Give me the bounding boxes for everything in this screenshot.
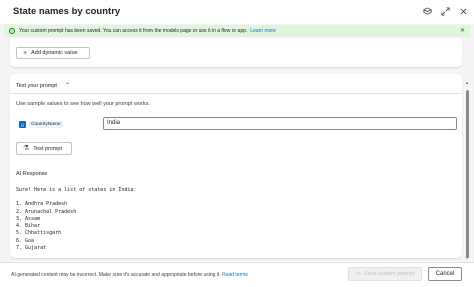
response-item: 4. Bihar bbox=[16, 223, 41, 230]
close-icon[interactable] bbox=[458, 6, 468, 16]
variable-icon: {} bbox=[19, 120, 26, 128]
sample-value-input[interactable]: India bbox=[103, 117, 457, 130]
response-item: 1. Andhra Pradesh bbox=[16, 201, 68, 208]
test-prompt-button[interactable]: ⚗ Test prompt bbox=[16, 142, 72, 155]
ai-response-label: AI Response bbox=[16, 171, 48, 177]
response-item: 7. Gujarat bbox=[16, 245, 47, 252]
checkmark-icon: ✓ bbox=[9, 28, 15, 34]
read-terms-link[interactable]: Read terms bbox=[222, 272, 248, 278]
learn-more-link[interactable]: Learn more bbox=[250, 28, 276, 34]
test-section-title: Test your prompt bbox=[16, 82, 57, 89]
add-dynamic-value-button[interactable]: + Add dynamic value bbox=[16, 47, 90, 59]
scrollbar-thumb[interactable] bbox=[466, 90, 469, 258]
variable-name: CountryName bbox=[29, 120, 63, 128]
response-item: 5. Chhattisgarh bbox=[16, 230, 62, 237]
title-bar: State names by country bbox=[0, 0, 474, 24]
title-bar-actions bbox=[422, 6, 468, 16]
dialog-footer: AI-generated content may be incorrect. M… bbox=[0, 262, 474, 287]
feedback-icon[interactable] bbox=[422, 6, 432, 16]
test-prompt-label: Test prompt bbox=[33, 145, 63, 152]
scroll-down-arrow-icon[interactable]: ▼ bbox=[465, 255, 469, 260]
save-custom-prompt-button[interactable]: ▭ Save custom prompt bbox=[348, 267, 422, 281]
response-item: 6. Goa bbox=[16, 237, 35, 244]
save-label: Save custom prompt bbox=[363, 271, 415, 277]
scroll-up-arrow-icon[interactable]: ▲ bbox=[465, 80, 469, 85]
response-intro: Sure! Here is a list of states in India: bbox=[16, 187, 137, 193]
prompt-instructions-card: + Add dynamic value bbox=[10, 38, 462, 67]
success-banner: ✓ Your custom prompt has been saved. You… bbox=[4, 25, 470, 37]
response-item: 2. Arunachal Pradesh bbox=[16, 208, 77, 215]
test-section-header[interactable]: Test your prompt ⌃ bbox=[16, 82, 70, 90]
plus-icon: + bbox=[23, 49, 28, 57]
close-banner-icon[interactable]: ✕ bbox=[460, 27, 465, 34]
response-item: 3. Assam bbox=[16, 215, 41, 222]
expand-icon[interactable] bbox=[440, 6, 450, 16]
test-section-description: Use sample values to see how well your p… bbox=[16, 101, 150, 107]
flask-icon: ⚗ bbox=[23, 145, 30, 152]
disclaimer-text: AI-generated content may be incorrect. M… bbox=[11, 272, 221, 278]
ai-disclaimer: AI-generated content may be incorrect. M… bbox=[11, 272, 248, 278]
dialog-title: State names by country bbox=[13, 6, 121, 17]
ai-response-text: Sure! Here is a list of states in India:… bbox=[16, 187, 456, 252]
save-icon: ▭ bbox=[355, 271, 361, 277]
chevron-up-icon[interactable]: ⌃ bbox=[65, 82, 70, 89]
variable-chip: {} CountryName bbox=[19, 119, 63, 129]
add-dynamic-value-label: Add dynamic value bbox=[31, 50, 78, 56]
cancel-button[interactable]: Cancel bbox=[428, 267, 462, 281]
test-prompt-card: Test your prompt ⌃ Use sample values to … bbox=[10, 74, 462, 258]
banner-message: Your custom prompt has been saved. You c… bbox=[19, 28, 248, 34]
divider bbox=[10, 93, 462, 94]
